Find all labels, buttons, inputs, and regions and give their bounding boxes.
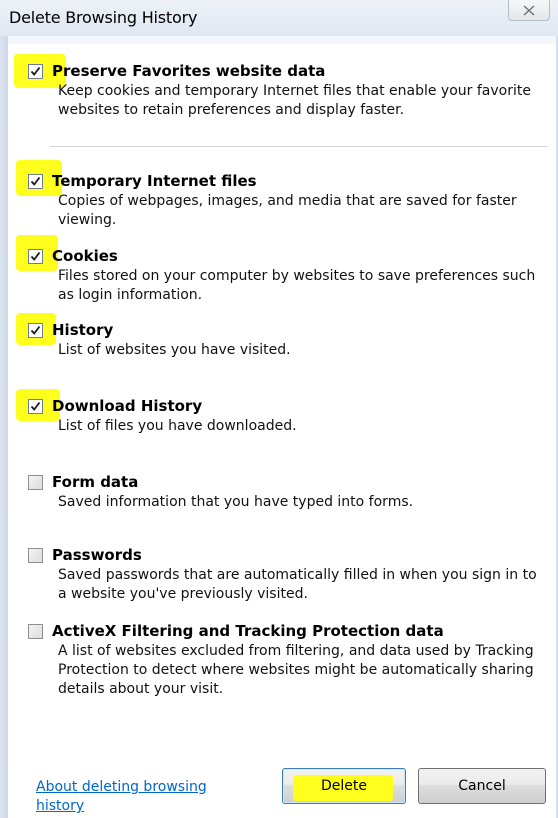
close-icon <box>523 4 535 16</box>
option-history: History List of websites you have visite… <box>16 313 548 360</box>
option-header: Preserve Favorites website data <box>14 54 548 88</box>
option-description: Saved passwords that are automatically f… <box>58 567 537 602</box>
option-description: Keep cookies and temporary Internet file… <box>58 83 531 118</box>
option-header: History <box>16 313 548 345</box>
checkmark-icon <box>30 401 41 412</box>
option-title: History <box>52 321 114 339</box>
option-header: Passwords <box>28 544 548 566</box>
option-description: Saved information that you have typed in… <box>58 494 414 510</box>
cookies-checkbox[interactable] <box>28 248 43 264</box>
cancel-button[interactable]: Cancel <box>418 768 546 804</box>
option-title: Passwords <box>52 546 142 564</box>
option-description: Copies of webpages, images, and media th… <box>58 193 517 228</box>
checkmark-icon <box>30 251 41 262</box>
option-title: ActiveX Filtering and Tracking Protectio… <box>52 622 444 640</box>
delete-button[interactable]: Delete <box>282 768 406 804</box>
download-history-checkbox[interactable] <box>28 398 43 414</box>
activex-tracking-protection-checkbox[interactable] <box>28 623 43 639</box>
option-title: Download History <box>52 397 203 415</box>
option-header: ActiveX Filtering and Tracking Protectio… <box>28 620 548 642</box>
separator-line <box>50 146 548 147</box>
close-button[interactable] <box>508 0 550 21</box>
option-title: Preserve Favorites website data <box>52 62 326 80</box>
dialog-content: Preserve Favorites website data Keep coo… <box>8 36 556 818</box>
form-data-checkbox[interactable] <box>28 474 43 490</box>
preserve-favorites-checkbox[interactable] <box>28 63 43 79</box>
history-checkbox[interactable] <box>28 322 43 338</box>
background-strip <box>8 36 556 44</box>
option-title: Form data <box>52 473 139 491</box>
temporary-internet-files-checkbox[interactable] <box>28 173 43 189</box>
checkmark-icon <box>30 176 41 187</box>
about-deleting-history-link[interactable]: About deleting browsing history <box>36 778 236 816</box>
option-title: Temporary Internet files <box>52 172 257 190</box>
option-preserve-favorites: Preserve Favorites website data Keep coo… <box>14 54 548 120</box>
option-form-data: Form data Saved information that you hav… <box>28 471 548 512</box>
option-cookies: Cookies Files stored on your computer by… <box>16 235 548 305</box>
option-description: List of files you have downloaded. <box>58 418 297 434</box>
window-frame-left <box>0 36 8 818</box>
option-temporary-internet-files: Temporary Internet files Copies of webpa… <box>16 160 548 230</box>
option-download-history: Download History List of files you have … <box>16 389 548 436</box>
option-header: Temporary Internet files <box>16 160 548 196</box>
title-bar: Delete Browsing History <box>0 0 558 36</box>
option-description: List of websites you have visited. <box>58 342 291 358</box>
option-passwords: Passwords Saved passwords that are autom… <box>28 544 548 604</box>
checkmark-icon <box>30 325 41 336</box>
option-description: A list of websites excluded from filteri… <box>58 643 534 697</box>
option-title: Cookies <box>52 247 118 265</box>
checkmark-icon <box>30 66 41 77</box>
delete-button-label: Delete <box>321 778 367 794</box>
option-description: Files stored on your computer by website… <box>58 268 536 303</box>
option-header: Cookies <box>16 235 548 271</box>
option-header: Form data <box>28 471 548 493</box>
dialog-title: Delete Browsing History <box>9 8 198 27</box>
option-activex-tracking-protection: ActiveX Filtering and Tracking Protectio… <box>28 620 548 699</box>
cancel-button-label: Cancel <box>458 778 506 794</box>
option-header: Download History <box>16 389 548 421</box>
passwords-checkbox[interactable] <box>28 547 43 563</box>
